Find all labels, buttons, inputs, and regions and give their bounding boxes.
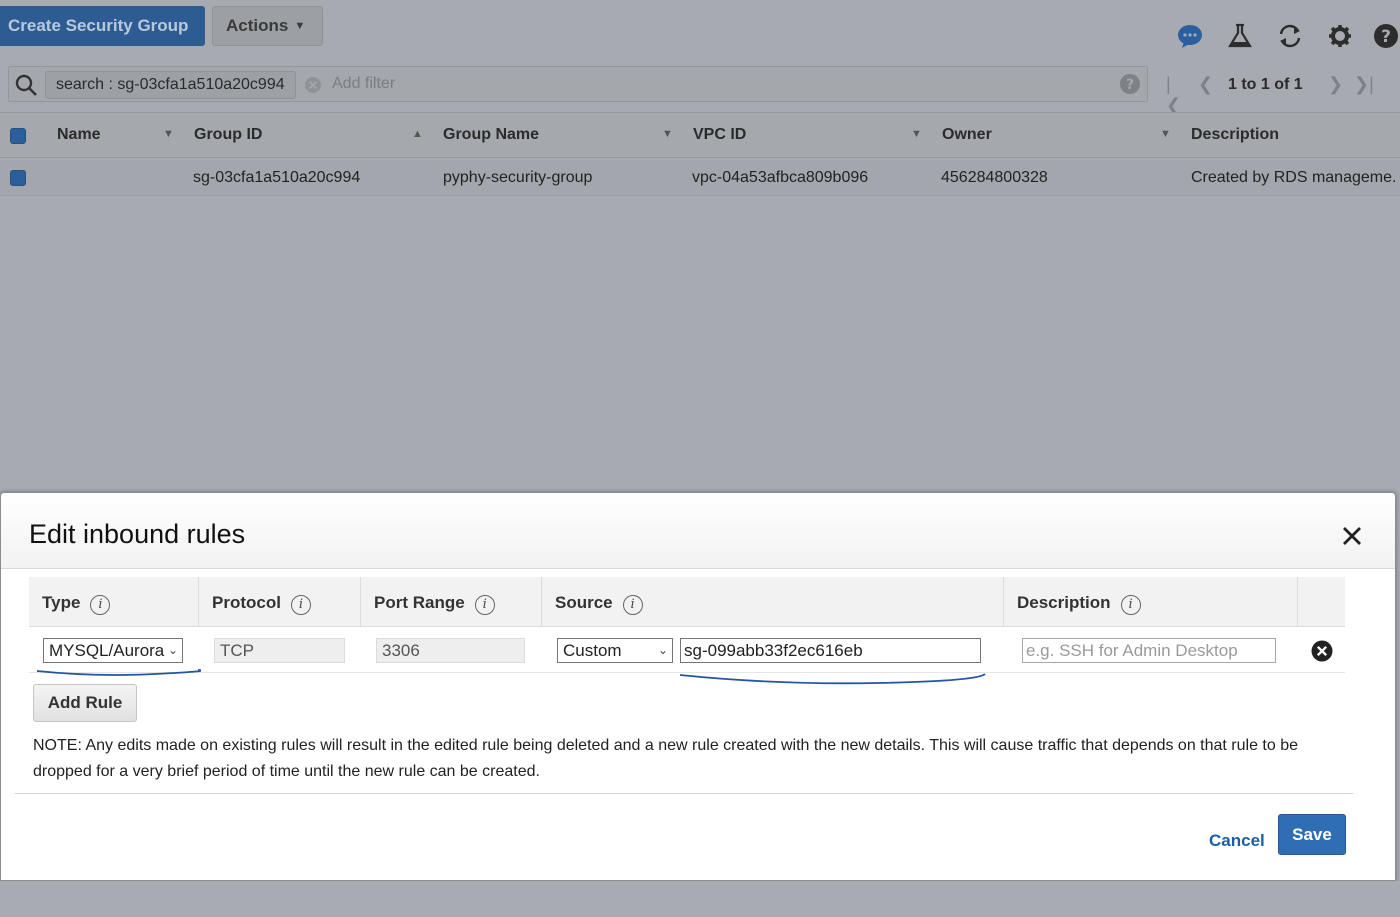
table-header: Name ▼ Group ID ▲ Group Name ▼ VPC ID ▼ … <box>0 112 1400 158</box>
column-header-port-range-label: Port Range <box>374 593 465 612</box>
last-page-icon[interactable]: ❯| <box>1354 74 1374 95</box>
add-rule-button[interactable]: Add Rule <box>33 684 137 722</box>
help-icon[interactable]: ? <box>1372 22 1400 50</box>
cell-group-id: sg-03cfa1a510a20c994 <box>193 169 361 186</box>
search-icon <box>15 74 37 96</box>
column-divider <box>198 577 199 627</box>
source-type-value: Custom <box>563 641 622 660</box>
column-header-protocol-label: Protocol <box>212 593 281 612</box>
prev-page-icon[interactable]: ❮ <box>1198 74 1213 95</box>
source-type-select[interactable]: Custom ⌄ <box>557 638 673 663</box>
source-value-input[interactable]: sg-099abb33f2ec616eb <box>680 638 981 663</box>
filter-help-icon[interactable]: ? <box>1119 73 1141 95</box>
sort-icon[interactable]: ▼ <box>662 128 673 140</box>
chat-icon[interactable] <box>1176 22 1204 50</box>
column-header-type: Type i <box>42 593 111 615</box>
annotation-underline <box>679 673 986 685</box>
refresh-icon[interactable] <box>1276 22 1304 50</box>
info-icon[interactable]: i <box>474 595 495 615</box>
add-filter-input[interactable]: Add filter <box>332 75 395 93</box>
filter-token[interactable]: search : sg-03cfa1a510a20c994 <box>45 71 296 99</box>
rule-description-input[interactable]: e.g. SSH for Admin Desktop <box>1022 638 1276 663</box>
cell-group-name: pyphy-security-group <box>443 169 593 186</box>
port-range-field: 3306 <box>376 638 525 663</box>
filter-bar[interactable]: search : sg-03cfa1a510a20c994 Add filter… <box>8 66 1148 102</box>
rule-row: MYSQL/Aurora ⌄ TCP 3306 Custom ⌄ sg-099abb… <box>29 627 1345 673</box>
column-header-port-range: Port Range i <box>374 593 495 615</box>
chevron-down-icon: ▼ <box>294 20 306 32</box>
cell-owner: 456284800328 <box>941 169 1048 186</box>
info-icon[interactable]: i <box>622 595 643 615</box>
actions-label: Actions <box>226 16 289 35</box>
filter-token-value: sg-03cfa1a510a20c994 <box>117 76 285 93</box>
sort-icon[interactable]: ▼ <box>1160 128 1171 140</box>
info-icon[interactable]: i <box>90 595 111 615</box>
edit-warning-note: NOTE: Any edits made on existing rules w… <box>33 737 1299 780</box>
info-icon[interactable]: i <box>290 595 311 615</box>
sort-icon[interactable]: ▼ <box>163 128 174 140</box>
dialog-header: Edit inbound rules <box>1 493 1395 569</box>
column-divider <box>1003 577 1004 627</box>
actions-dropdown-button[interactable]: Actions ▼ <box>212 6 323 46</box>
select-all-checkbox[interactable] <box>10 128 26 144</box>
column-header-group-name[interactable]: Group Name <box>443 126 539 144</box>
divider <box>15 793 1353 794</box>
edit-inbound-rules-dialog: Edit inbound rules Type i Protocol i Port … <box>0 492 1396 881</box>
cancel-button[interactable]: Cancel <box>1209 831 1265 851</box>
dialog-title: Edit inbound rules <box>29 519 246 549</box>
gear-icon[interactable] <box>1326 22 1354 50</box>
cell-description: Created by RDS manageme. <box>1191 169 1397 186</box>
row-checkbox[interactable] <box>10 170 26 186</box>
pagination-text: 1 to 1 of 1 <box>1228 76 1303 93</box>
column-header-group-id[interactable]: Group ID <box>194 126 262 144</box>
column-header-name[interactable]: Name <box>57 126 101 144</box>
chevron-down-icon: ⌄ <box>657 643 668 657</box>
info-icon[interactable]: i <box>1120 595 1141 615</box>
remove-filter-icon[interactable] <box>303 75 323 95</box>
protocol-field: TCP <box>214 638 345 663</box>
sort-ascending-icon[interactable]: ▲ <box>412 128 423 140</box>
create-security-group-button[interactable]: Create Security Group <box>0 6 205 46</box>
sort-icon[interactable]: ▼ <box>911 128 922 140</box>
type-select-value: MYSQL/Aurora <box>49 641 165 660</box>
column-header-protocol: Protocol i <box>212 593 311 615</box>
top-toolbar: Create Security Group Actions ▼ ? <box>0 0 1400 58</box>
close-icon[interactable] <box>1339 523 1365 549</box>
flask-icon[interactable] <box>1226 22 1254 50</box>
save-button[interactable]: Save <box>1278 814 1346 855</box>
column-header-source-label: Source <box>555 593 613 612</box>
console-footer <box>0 881 1400 917</box>
column-header-description-label: Description <box>1017 593 1111 612</box>
remove-rule-icon[interactable] <box>1310 639 1334 663</box>
column-header-description[interactable]: Description <box>1191 126 1279 144</box>
chevron-down-icon: ⌄ <box>167 643 178 657</box>
column-header-description: Description i <box>1017 593 1141 615</box>
svg-text:?: ? <box>1381 27 1391 47</box>
column-header-vpc-id[interactable]: VPC ID <box>693 126 746 144</box>
column-header-owner[interactable]: Owner <box>942 126 992 144</box>
type-select[interactable]: MYSQL/Aurora ⌄ <box>43 638 183 663</box>
cell-vpc-id: vpc-04a53afbca809b096 <box>692 169 869 186</box>
filter-token-key: search <box>56 76 105 93</box>
column-header-type-label: Type <box>42 593 81 612</box>
column-divider <box>541 577 542 627</box>
column-header-source: Source i <box>555 593 643 615</box>
column-divider <box>1297 577 1298 627</box>
table-row[interactable]: sg-03cfa1a510a20c994 pyphy-security-grou… <box>0 160 1400 196</box>
svg-text:?: ? <box>1126 77 1134 93</box>
annotation-underline <box>36 669 201 676</box>
rules-table-header: Type i Protocol i Port Range i Source i Desc… <box>29 577 1345 627</box>
column-divider <box>360 577 361 627</box>
first-page-icon[interactable]: |❮ <box>1166 74 1181 116</box>
next-page-icon[interactable]: ❯ <box>1328 74 1343 95</box>
